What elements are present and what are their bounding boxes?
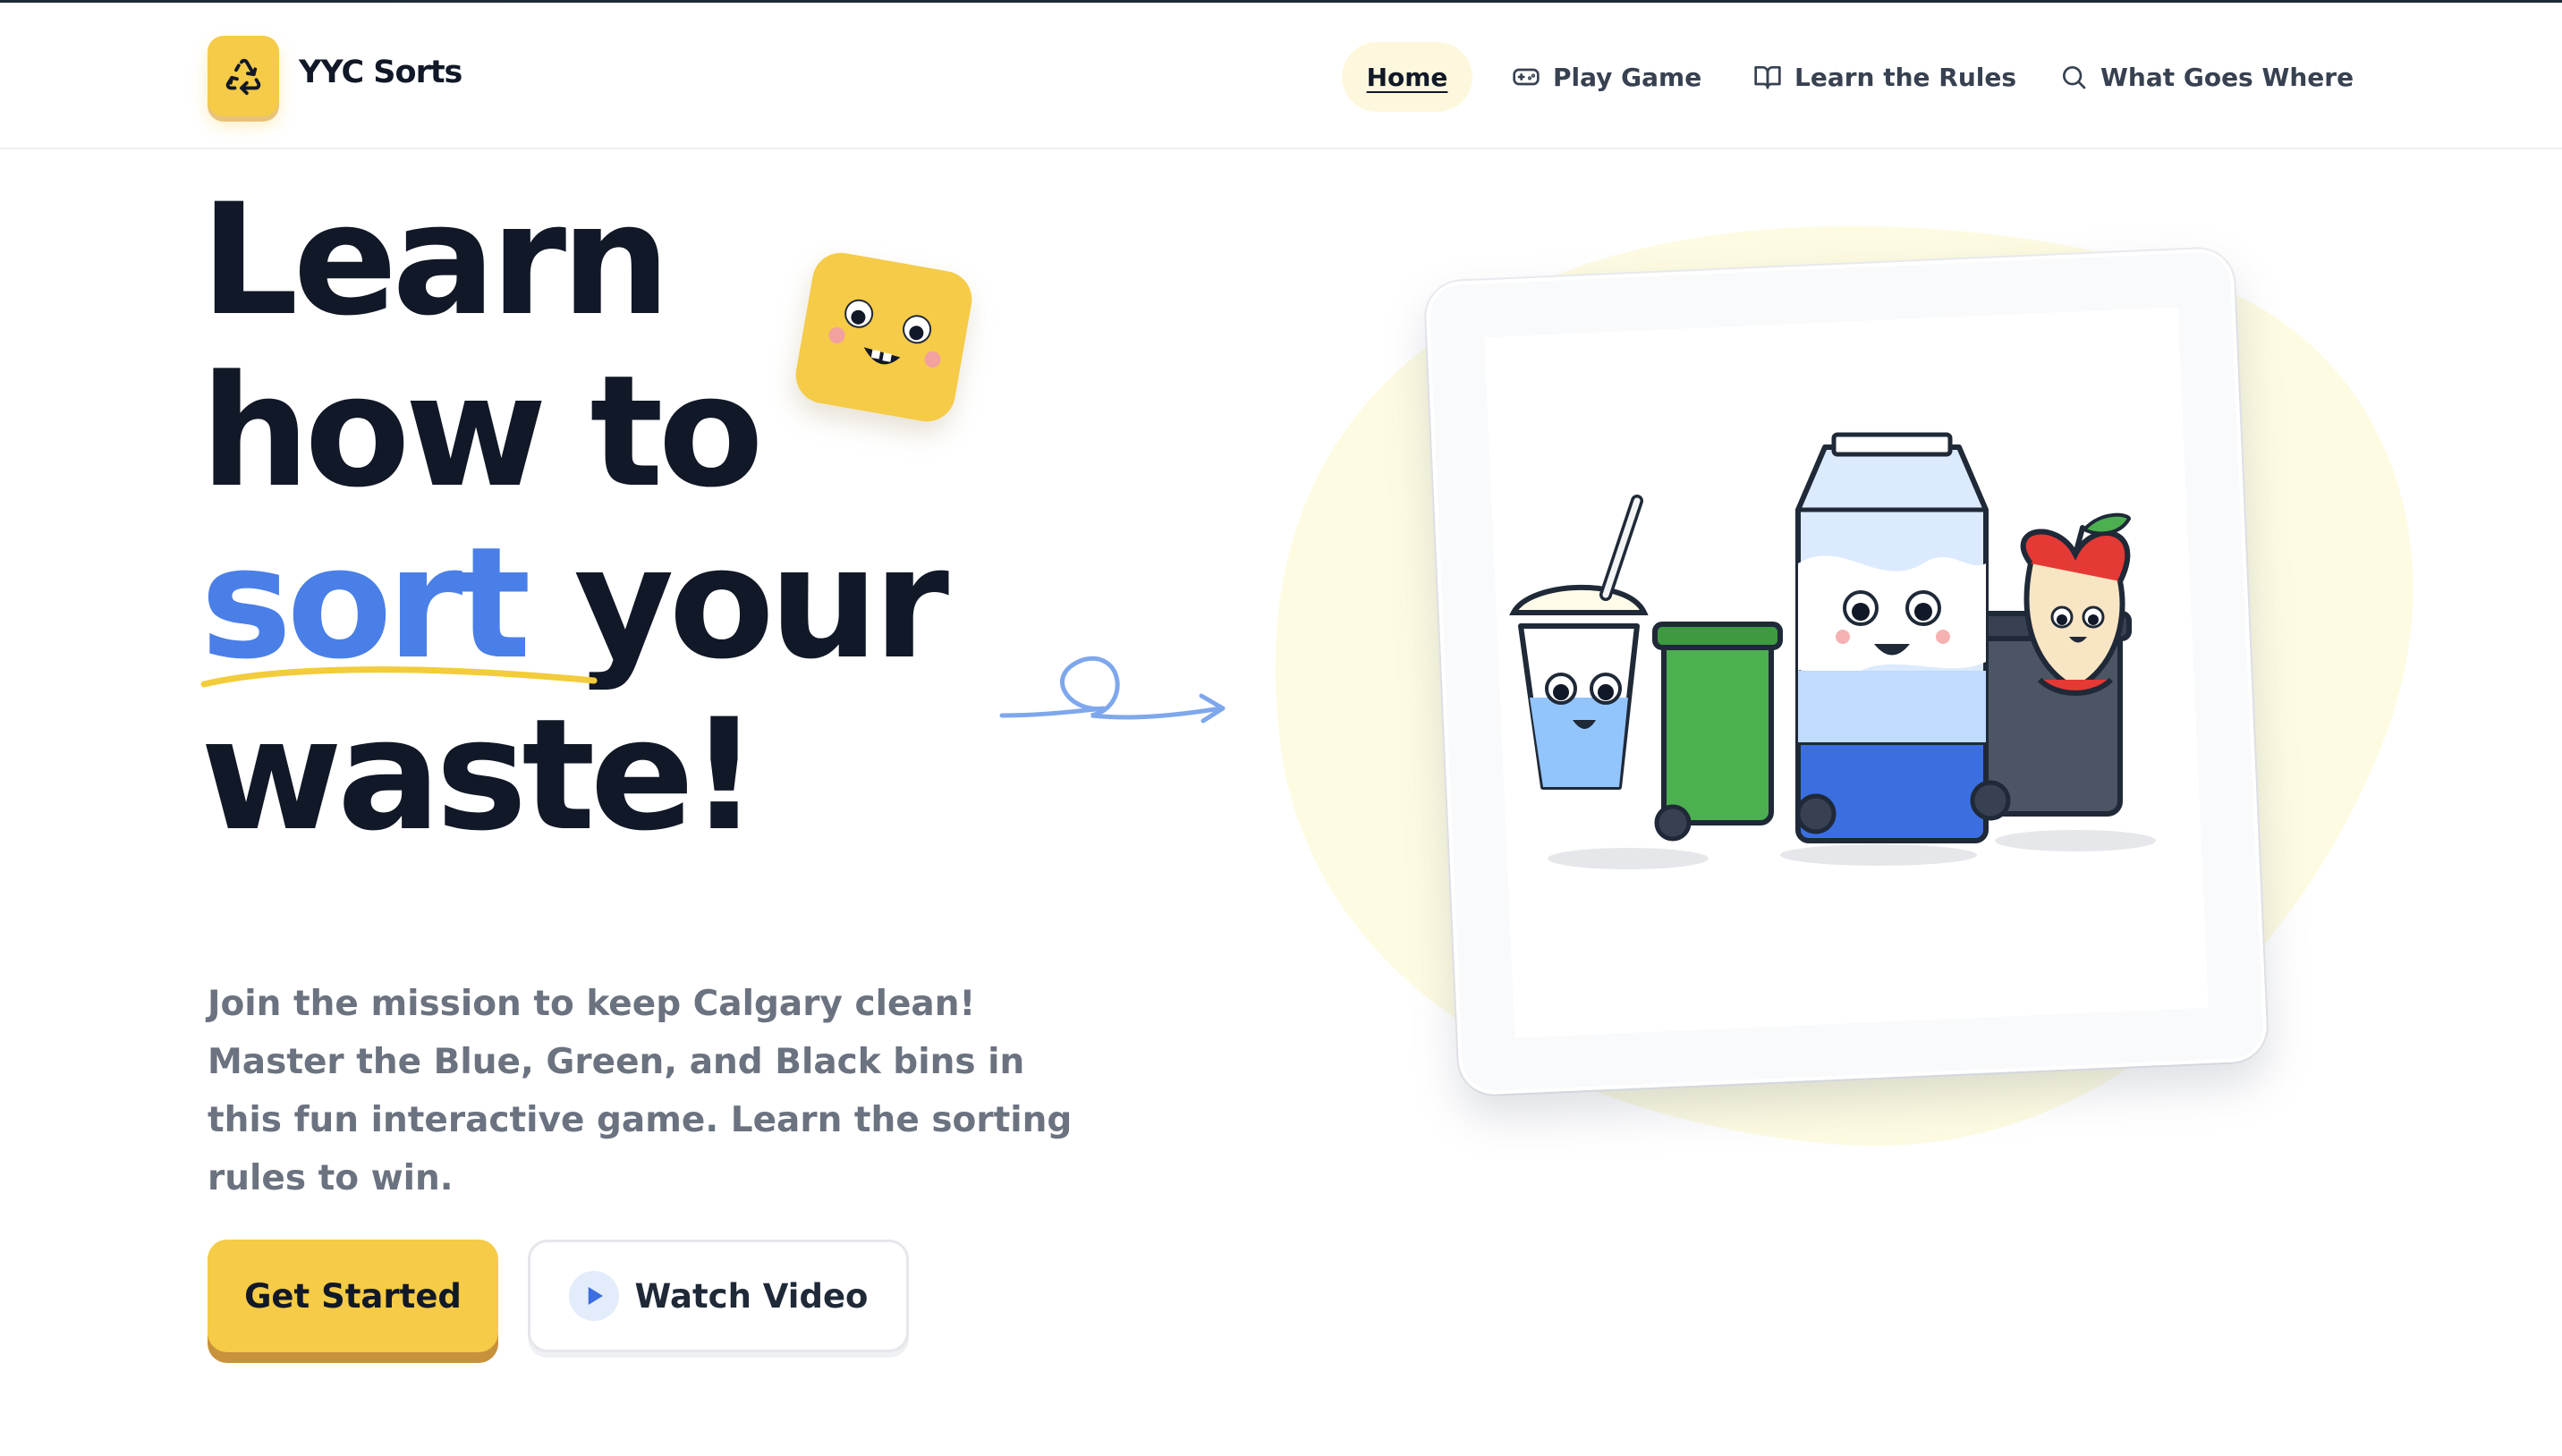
nav-home-label: Home bbox=[1366, 62, 1448, 92]
nav-learn-rules[interactable]: Learn the Rules bbox=[1753, 42, 2016, 112]
book-icon bbox=[1754, 66, 1781, 89]
nav-home[interactable]: Home bbox=[1342, 42, 1472, 112]
watch-video-button[interactable]: Watch Video bbox=[528, 1240, 909, 1352]
play-icon bbox=[568, 1271, 619, 1321]
recycle-icon bbox=[225, 58, 261, 96]
brand-name[interactable]: YYC Sorts bbox=[299, 55, 462, 90]
headline-line-2: how to bbox=[200, 342, 764, 521]
get-started-button[interactable]: Get Started bbox=[208, 1240, 498, 1352]
highlight-underline bbox=[200, 666, 598, 688]
bin-characters-illustration bbox=[1509, 432, 2156, 869]
nav-play-game[interactable]: Play Game bbox=[1512, 42, 1701, 112]
logo[interactable] bbox=[208, 36, 279, 116]
headline-line-1: Learn bbox=[200, 170, 671, 350]
headline-line-4: waste! bbox=[200, 685, 759, 865]
nav-play-game-label: Play Game bbox=[1553, 62, 1702, 92]
watch-video-label: Watch Video bbox=[634, 1276, 869, 1316]
squiggle-arrow-icon bbox=[999, 656, 1226, 724]
nav-what-goes-where-label: What Goes Where bbox=[2100, 62, 2354, 92]
gamepad-icon bbox=[1513, 68, 1540, 86]
nav-what-goes-where[interactable]: What Goes Where bbox=[2059, 42, 2354, 112]
site-header: YYC Sorts Home Play Game Learn the Rules… bbox=[0, 3, 2562, 149]
search-icon bbox=[2063, 66, 2086, 89]
mascot-face bbox=[828, 299, 941, 368]
hero-subtitle: Join the mission to keep Calgary clean! … bbox=[208, 984, 1073, 1198]
smiley-cube-icon bbox=[791, 248, 977, 427]
nav-learn-rules-label: Learn the Rules bbox=[1794, 62, 2017, 92]
